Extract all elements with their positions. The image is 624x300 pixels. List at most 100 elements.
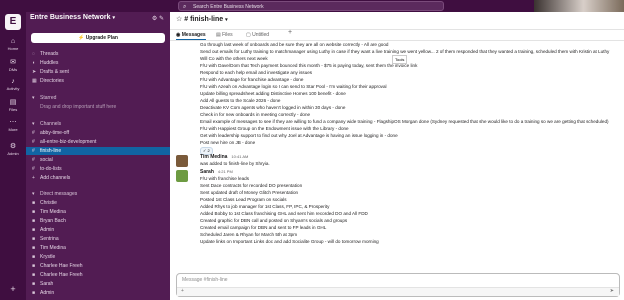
message-line: Sent Dace contracts for recorded DO pres… — [200, 183, 303, 188]
send-icon[interactable]: ➤ — [610, 288, 614, 294]
workspace-name[interactable]: Entre Business Network ▾ — [30, 14, 115, 21]
message-line: Will Co with the others next week — [200, 56, 268, 61]
avatar: ■ — [32, 290, 36, 296]
message-line: Added Rhys to job manager for 1st Class,… — [200, 204, 330, 209]
sidebar-channel[interactable]: # social — [32, 156, 53, 164]
avatar: ■ — [32, 281, 36, 287]
workspace-rail: E ⌂ Home ✉ DMs ♪ Activity ▤ Files ⋯ More ⚙ Adm… — [0, 12, 26, 300]
rail-dms[interactable]: ✉ DMs — [0, 58, 26, 72]
dm-item[interactable]: ■ Tim Medina — [32, 244, 66, 252]
admin-icon: ⚙ — [9, 143, 17, 150]
chevron-down-icon: ▾ — [112, 15, 116, 21]
avatar[interactable] — [176, 170, 188, 182]
dm-item[interactable]: ■ Admin — [32, 289, 54, 297]
rail-admin[interactable]: ⚙ Admin — [0, 142, 26, 156]
more-icon: ⋯ — [9, 119, 17, 126]
tab-messages[interactable]: ◉ Messages — [176, 31, 206, 40]
message-line: Created email campaign for DBN and sent … — [200, 225, 327, 230]
dm-item[interactable]: ■ Charlee Hae Freeh — [32, 262, 83, 270]
avatar[interactable] — [176, 155, 188, 167]
compose-icon[interactable]: ✎ — [159, 16, 164, 22]
message-line: Posted 1st Class Lead Program on socials — [200, 197, 287, 202]
message-author[interactable]: Tim Medina 10:41 AM — [200, 154, 248, 160]
channel-title[interactable]: ☆ # finish-line ▾ — [176, 15, 228, 23]
rail-activity[interactable]: ♪ Activity — [0, 78, 26, 91]
sidebar-channel[interactable]: # abby-time-off — [32, 129, 69, 137]
avatar: ■ — [32, 272, 36, 278]
avatar: ■ — [32, 200, 36, 206]
sidebar-item-huddles[interactable]: ◖ Huddles — [32, 59, 58, 67]
tab-files[interactable]: ▤ Files — [216, 31, 233, 39]
rail-files[interactable]: ▤ Files — [0, 98, 26, 112]
message-line: F/U with franchise leads — [200, 176, 250, 181]
message-line: F/U with Dave/Dom that Tech payment boun… — [200, 63, 418, 68]
message-line: Check in for new onboards in meeting cor… — [200, 112, 311, 117]
send-icon: ➤ — [32, 69, 37, 75]
starred-header[interactable]: ▾ Starred — [32, 94, 56, 102]
tooltip: Tools — [392, 55, 408, 64]
message-author[interactable]: Sarah 4:21 PM — [200, 169, 233, 175]
message-line: Created graphic for DBN call and posted … — [200, 218, 348, 223]
message-composer[interactable]: Message #finish-line + ➤ — [176, 273, 620, 297]
directory-icon: ▦ — [32, 78, 37, 84]
add-workspace-button[interactable]: + — [0, 284, 26, 294]
search-input[interactable]: ⌕ Search Entre Business Network — [178, 1, 444, 11]
message-line: Scheduled Jaren & Rhyan for March 5th at… — [200, 232, 298, 237]
avatar: ■ — [32, 218, 36, 224]
sidebar-item-drafts[interactable]: ➤ Drafts & sent — [32, 68, 69, 76]
search-icon: ⌕ — [183, 4, 187, 10]
sidebar-channel[interactable]: # all-entre-biz-development — [32, 138, 96, 146]
caret-down-icon: ▾ — [32, 191, 35, 197]
channels-header[interactable]: ▾ Channels — [32, 120, 61, 128]
message-line: Go through last week of onboards and be … — [200, 42, 389, 47]
add-tab-button[interactable]: + — [288, 29, 292, 37]
dm-item[interactable]: ■ Christie — [32, 199, 57, 207]
rail-home[interactable]: ⌂ Home — [0, 38, 26, 51]
avatar: ■ — [32, 254, 36, 260]
upgrade-plan-button[interactable]: ⚡ Upgrade Plan — [31, 33, 165, 43]
tab-untitled[interactable]: ▢ Untitled — [246, 31, 269, 39]
sidebar-channel-finish-line[interactable]: # finish-line — [32, 147, 61, 155]
message-line: F/U with Advantage for franchise advanta… — [200, 77, 304, 82]
lightning-icon: ⚡ — [78, 35, 85, 41]
message-line: Deactivate KV Com agents who haven't log… — [200, 105, 346, 110]
settings-icon[interactable]: ⚙ — [152, 16, 157, 22]
message-line: F/U with Azeah on Advantage login so I c… — [200, 84, 387, 89]
dms-header[interactable]: ▾ Direct messages — [32, 190, 77, 198]
sidebar-header-icons: ⚙ ✎ — [152, 15, 164, 22]
sidebar-channel[interactable]: # to-do-lists — [32, 165, 62, 173]
headphones-icon: ◖ — [32, 60, 36, 66]
message-line: Respond to each help email and investiga… — [200, 70, 313, 75]
message-line: Get with leadership support to find out … — [200, 133, 398, 138]
bell-icon: ♪ — [11, 78, 15, 85]
dm-item[interactable]: ■ Tim Medina — [32, 208, 66, 216]
threads-icon: ◌ — [32, 51, 35, 57]
sidebar-item-threads[interactable]: ◌ Threads — [32, 50, 58, 58]
avatar: ■ — [32, 245, 36, 251]
star-icon[interactable]: ☆ — [176, 16, 182, 23]
message-line: Sent updated draft of Money Glitch Prese… — [200, 190, 299, 195]
caret-down-icon: ▾ — [32, 95, 35, 101]
plus-icon[interactable]: + — [181, 288, 184, 294]
dm-item[interactable]: ■ Krystle — [32, 253, 55, 261]
file-icon: ▤ — [9, 99, 17, 106]
message-line: Email example of messages to see if they… — [200, 119, 609, 124]
dm-item[interactable]: ■ Charlee Hae Freeh — [32, 271, 83, 279]
plus-icon: + — [32, 175, 35, 181]
dm-item[interactable]: ■ Sentrina — [32, 235, 59, 243]
system-message: was added to finish-line by Shryia. — [200, 161, 270, 166]
rail-more[interactable]: ⋯ More — [0, 118, 26, 132]
add-channels-button[interactable]: + Add channels — [32, 174, 70, 182]
channel-header: ☆ # finish-line ▾ — [170, 12, 624, 30]
dm-item[interactable]: ■ Bryan Bach — [32, 217, 66, 225]
chevron-down-icon: ▾ — [225, 17, 228, 23]
message-line: Update billing spreadsheet adding Distin… — [200, 91, 346, 96]
dm-item[interactable]: ■ Sarah — [32, 280, 53, 288]
sidebar-item-directories[interactable]: ▦ Directories — [32, 77, 64, 85]
composer-input[interactable]: Message #finish-line — [182, 277, 228, 283]
workspace-logo[interactable]: E — [5, 14, 21, 30]
avatar: ■ — [32, 236, 36, 242]
composer-toolbar: + ➤ — [177, 287, 619, 296]
dm-item[interactable]: ■ Admin — [32, 226, 54, 234]
channel-tabs: ◉ Messages ▤ Files ▢ Untitled + — [170, 29, 624, 41]
